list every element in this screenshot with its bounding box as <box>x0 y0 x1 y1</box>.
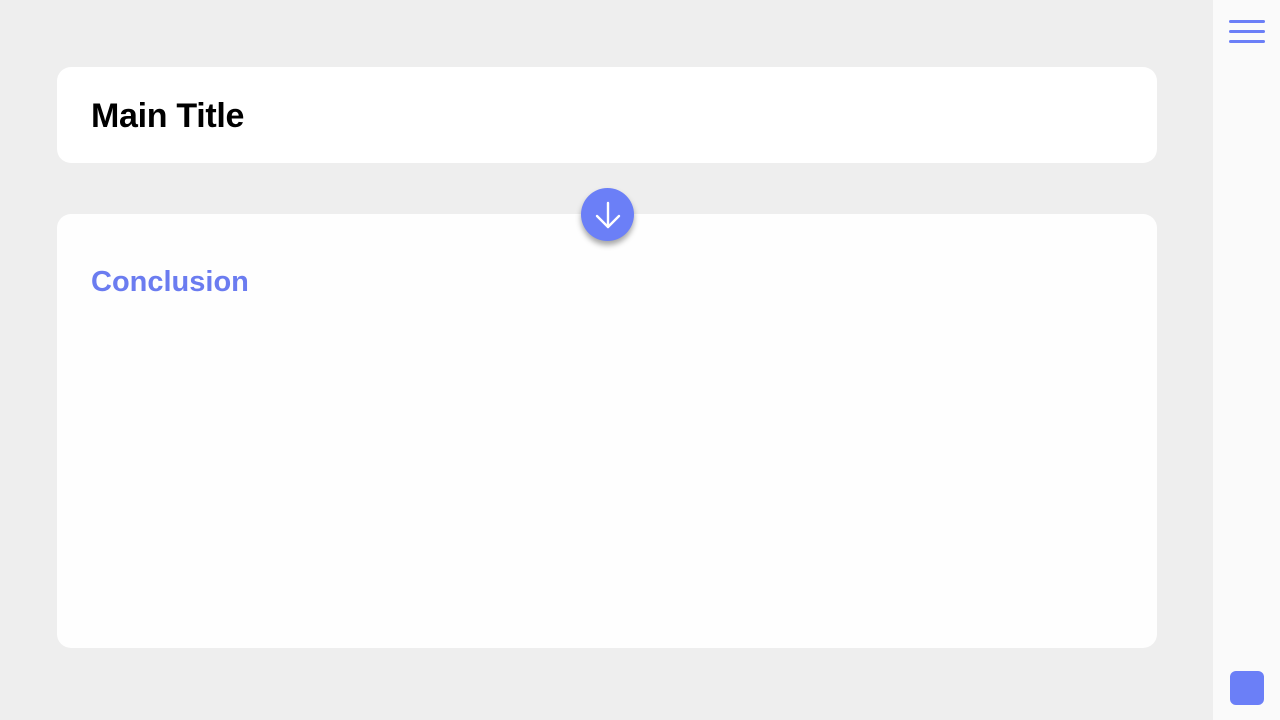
right-sidebar <box>1213 0 1280 720</box>
section-heading: Conclusion <box>91 266 249 298</box>
hamburger-menu-icon[interactable] <box>1229 20 1265 44</box>
content-card: Conclusion <box>57 214 1157 648</box>
menu-line <box>1229 30 1265 33</box>
title-card: Main Title <box>57 67 1157 163</box>
square-button[interactable] <box>1230 671 1264 705</box>
scroll-down-button[interactable] <box>581 188 634 241</box>
arrow-down-icon <box>595 201 620 228</box>
menu-line <box>1229 20 1265 23</box>
page-title: Main Title <box>91 97 245 135</box>
menu-line <box>1229 40 1265 43</box>
main-area: Main Title Conclusion <box>0 0 1213 720</box>
